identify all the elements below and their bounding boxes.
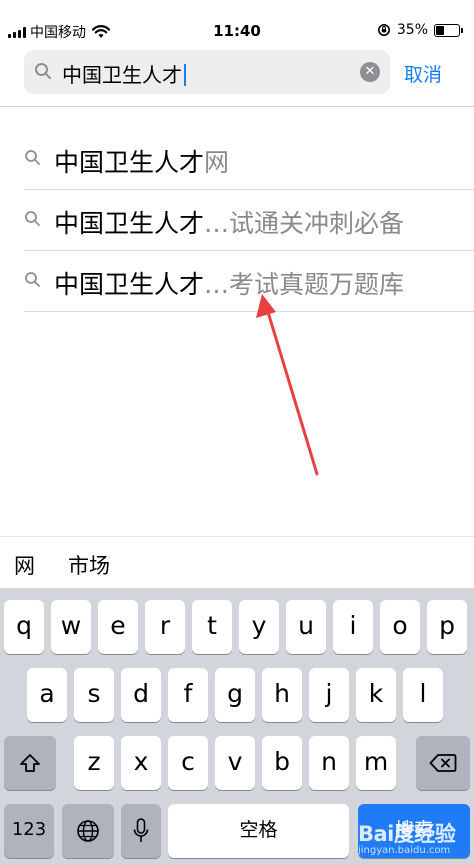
status-bar: 中国移动 11:40 35% [0, 20, 474, 44]
key-f[interactable]: f [168, 668, 208, 722]
key-n[interactable]: n [309, 736, 349, 790]
suggestion-rest: …考试真题万题库 [204, 270, 405, 299]
search-field[interactable]: 中国卫生人才 ✕ [24, 50, 390, 94]
battery-percent: 35% [396, 22, 428, 38]
globe-key[interactable] [62, 804, 114, 858]
divider [0, 106, 474, 107]
key-u[interactable]: u [286, 600, 326, 654]
key-h[interactable]: h [262, 668, 302, 722]
candidate-bar: 网 市场 [0, 536, 474, 588]
key-s[interactable]: s [74, 668, 114, 722]
backspace-key[interactable] [416, 736, 470, 790]
key-q[interactable]: q [4, 600, 44, 654]
microphone-key[interactable] [121, 804, 161, 858]
key-v[interactable]: v [215, 736, 255, 790]
suggestion-match: 中国卫生人才 [54, 270, 205, 299]
key-r[interactable]: r [145, 600, 185, 654]
backspace-icon [429, 754, 457, 772]
key-g[interactable]: g [215, 668, 255, 722]
key-y[interactable]: y [239, 600, 279, 654]
suggestion-match: 中国卫生人才 [54, 148, 205, 177]
suggestion-rest: 网 [204, 148, 230, 177]
cancel-button[interactable]: 取消 [404, 60, 442, 87]
space-key[interactable]: 空格 [168, 804, 349, 858]
key-d[interactable]: d [121, 668, 161, 722]
key-i[interactable]: i [333, 600, 373, 654]
clear-icon[interactable]: ✕ [360, 62, 380, 82]
text-cursor [184, 64, 186, 86]
search-icon [35, 63, 51, 79]
search-query: 中国卫生人才 [62, 63, 182, 87]
rotation-lock-icon [377, 24, 390, 36]
key-k[interactable]: k [356, 668, 396, 722]
key-c[interactable]: c [168, 736, 208, 790]
search-input[interactable]: 中国卫生人才 [62, 59, 186, 88]
watermark-logo: Bai度经验 [358, 822, 456, 846]
microphone-icon [133, 818, 149, 842]
key-t[interactable]: t [192, 600, 232, 654]
key-b[interactable]: b [262, 736, 302, 790]
shift-icon [20, 754, 40, 772]
suggestion-rest: …试通关冲刺必备 [204, 209, 405, 238]
watermark-url: jingyan.baidu.com [358, 845, 451, 856]
search-icon [25, 211, 40, 226]
shift-key[interactable] [4, 736, 56, 790]
candidate-word[interactable]: 网 [14, 550, 35, 580]
key-e[interactable]: e [98, 600, 138, 654]
key-l[interactable]: l [403, 668, 443, 722]
baidu-watermark: Bai度经验 jingyan.baidu.com [358, 818, 468, 862]
search-icon [25, 150, 40, 165]
key-o[interactable]: o [380, 600, 420, 654]
key-a[interactable]: a [27, 668, 67, 722]
suggestion-item[interactable]: 中国卫生人才…试通关冲刺必备 [0, 190, 474, 251]
key-x[interactable]: x [121, 736, 161, 790]
numbers-key[interactable]: 123 [4, 804, 54, 858]
suggestion-item[interactable]: 中国卫生人才…考试真题万题库 [0, 251, 474, 312]
key-p[interactable]: p [427, 600, 467, 654]
globe-icon [77, 820, 99, 842]
divider [24, 311, 474, 312]
suggestion-item[interactable]: 中国卫生人才网 [0, 129, 474, 190]
key-j[interactable]: j [309, 668, 349, 722]
candidate-word[interactable]: 市场 [68, 550, 110, 580]
key-z[interactable]: z [74, 736, 114, 790]
key-m[interactable]: m [356, 736, 396, 790]
search-icon [25, 272, 40, 287]
suggestion-match: 中国卫生人才 [54, 209, 205, 238]
battery-icon [434, 23, 463, 37]
key-w[interactable]: w [51, 600, 91, 654]
